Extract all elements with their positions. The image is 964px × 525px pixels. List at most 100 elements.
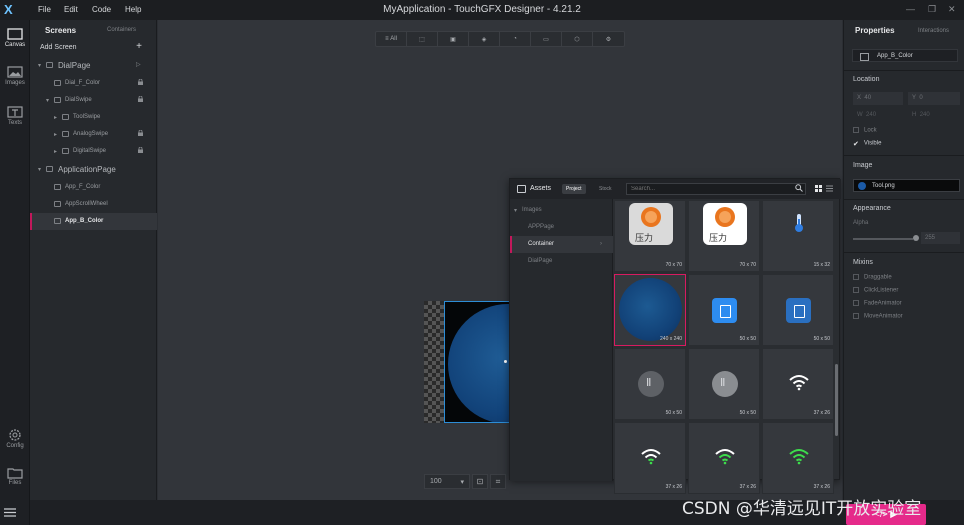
asset-chip[interactable]: 50 x 50 — [688, 274, 760, 346]
chevron-down-icon[interactable]: ▾ — [38, 62, 41, 69]
tree-item-dialswipe[interactable]: ▾ DialSwipe — [30, 92, 157, 109]
lock-icon[interactable] — [138, 96, 143, 102]
filter-all-button[interactable]: ≡ All — [376, 32, 407, 46]
tree-item-appscrollwheel[interactable]: AppScrollWheel — [30, 196, 157, 213]
asset-pressure-white[interactable]: 压力 70 x 70 — [688, 200, 760, 272]
folder-apppage[interactable]: APPPage — [510, 219, 613, 236]
grid-view-icon[interactable] — [814, 184, 823, 193]
alpha-slider-handle[interactable] — [913, 235, 919, 241]
mixin-draggable[interactable]: Draggable — [853, 274, 892, 281]
zoom-select[interactable]: 100 ▾ — [424, 474, 470, 489]
close-icon[interactable]: ✕ — [948, 4, 956, 15]
lock-icon[interactable] — [138, 147, 143, 153]
asset-wifi-green-1[interactable]: 37 x 26 — [614, 422, 686, 494]
asset-pressure-gray[interactable]: 压力 70 x 70 — [614, 200, 686, 272]
tree-item-label: AppScrollWheel — [65, 201, 108, 207]
lock-icon[interactable] — [138, 130, 143, 136]
assets-header: Assets Project Stock — [510, 179, 841, 199]
asset-search-input[interactable] — [626, 183, 806, 195]
asset-disk-light[interactable]: 50 x 50 — [688, 348, 760, 420]
tree-item-app-b-color[interactable]: App_B_Color — [30, 213, 157, 230]
asset-wifi-green-3[interactable]: 37 x 26 — [762, 422, 834, 494]
minimize-icon[interactable]: — — [906, 4, 915, 14]
tab-screens[interactable]: Screens — [45, 26, 76, 35]
tab-containers[interactable]: Containers — [107, 27, 136, 33]
fit-screen-button[interactable]: ⊡ — [472, 474, 488, 489]
chevron-right-icon[interactable]: ▸ — [54, 131, 57, 138]
hamburger-menu-icon[interactable] — [4, 508, 16, 517]
filter-images-button[interactable]: ▣ — [438, 32, 469, 46]
folder-container[interactable]: Container › — [510, 236, 613, 253]
lock-icon[interactable] — [138, 79, 143, 85]
disk-button-icon — [712, 371, 738, 397]
filter-misc-button[interactable]: ⚙ — [593, 32, 624, 46]
asset-size: 37 x 26 — [813, 484, 830, 490]
asset-chip-dim[interactable]: 50 x 50 — [762, 274, 834, 346]
filter-progress-button[interactable]: ▭ — [531, 32, 562, 46]
assets-title: Assets — [530, 185, 552, 192]
tab-properties[interactable]: Properties — [855, 26, 895, 35]
filter-containers-button[interactable]: ◈ — [469, 32, 500, 46]
chevron-down-icon[interactable]: ▾ — [38, 166, 41, 173]
plus-icon[interactable]: + — [136, 41, 142, 52]
chevron-down-icon: ▾ — [460, 479, 464, 486]
app-b-color-widget[interactable] — [448, 304, 513, 422]
asset-wifi-white[interactable]: 37 x 26 — [762, 348, 834, 420]
asset-thermometer[interactable]: 15 x 32 — [762, 200, 834, 272]
transparent-area — [424, 301, 444, 423]
folder-images[interactable]: ▾ Images — [510, 202, 613, 219]
chevron-right-icon[interactable]: ▸ — [54, 148, 57, 155]
filter-buttons-button[interactable]: ⬚ — [407, 32, 438, 46]
asset-wifi-green-2[interactable]: 37 x 26 — [688, 422, 760, 494]
list-view-icon[interactable] — [825, 184, 834, 193]
screen-preview[interactable] — [444, 301, 514, 423]
y-field[interactable]: Y 0 — [908, 92, 960, 105]
nav-texts[interactable]: Texts — [0, 106, 30, 126]
tree-item-analogswipe[interactable]: ▸ AnalogSwipe — [30, 126, 157, 143]
nav-images[interactable]: Images — [0, 66, 30, 86]
restore-icon[interactable]: ❐ — [928, 4, 936, 15]
tab-project[interactable]: Project — [562, 184, 586, 194]
nav-canvas[interactable]: Canvas — [0, 28, 30, 48]
lock-checkbox[interactable]: Lock — [853, 127, 877, 134]
nav-files[interactable]: Files — [0, 466, 30, 486]
fit-icon: ⊡ — [476, 477, 484, 486]
chevron-right-icon[interactable]: ▸ — [54, 114, 57, 121]
mixin-fadeanimator[interactable]: FadeAnimator — [853, 300, 902, 307]
tree-item-label: ToolSwipe — [73, 114, 101, 120]
image-select-field[interactable]: Tool.png — [853, 179, 960, 192]
alpha-value-field[interactable]: 255 — [921, 232, 960, 244]
play-icon[interactable]: ▷ — [136, 61, 141, 68]
search-icon[interactable] — [795, 184, 803, 192]
assets-scrollbar[interactable] — [835, 364, 838, 436]
visible-label: Visible — [863, 140, 882, 147]
nav-config[interactable]: Config — [0, 428, 30, 449]
tree-item-applicationpage[interactable]: ▾ ApplicationPage — [30, 161, 157, 178]
tree-item-app-f-color[interactable]: App_F_Color — [30, 179, 157, 196]
filter-3d-button[interactable]: ⬡ — [562, 32, 593, 46]
filter-shapes-button[interactable]: ◔ — [500, 32, 531, 46]
folder-dialpage[interactable]: DialPage — [510, 253, 613, 270]
tree-item-dial-f-color[interactable]: Dial_F_Color — [30, 75, 157, 92]
widget-name-field[interactable]: App_B_Color — [852, 49, 958, 62]
title-bar: X File Edit Code Help MyApplication - To… — [0, 0, 964, 20]
asset-size: 37 x 26 — [665, 484, 682, 490]
add-screen-button[interactable]: Add Screen — [40, 44, 77, 51]
mixin-clicklistener[interactable]: ClickListener — [853, 287, 898, 294]
scrollwheel-icon — [54, 201, 61, 207]
asset-blue-circle[interactable]: 240 x 240 — [614, 274, 686, 346]
alpha-slider-track[interactable] — [853, 238, 913, 240]
asset-disk[interactable]: 50 x 50 — [614, 348, 686, 420]
x-field[interactable]: X 40 — [853, 92, 903, 105]
chevron-down-icon[interactable]: ▾ — [46, 97, 49, 104]
tree-item-toolswipe[interactable]: ▸ ToolSwipe — [30, 109, 157, 126]
visible-checkbox[interactable]: ✔ Visible — [853, 140, 882, 148]
tree-item-dialpage[interactable]: ▾ DialPage ▷ — [30, 57, 157, 74]
mixin-moveanimator[interactable]: MoveAnimator — [853, 313, 903, 320]
tab-interactions[interactable]: Interactions — [918, 28, 949, 34]
tab-stock[interactable]: Stock — [595, 184, 616, 194]
crop-button[interactable]: ⌗ — [490, 474, 506, 489]
checkmark-icon: ✔ — [853, 141, 859, 148]
selection-handle[interactable] — [504, 360, 507, 363]
tree-item-digitalswipe[interactable]: ▸ DigitalSwipe — [30, 143, 157, 160]
